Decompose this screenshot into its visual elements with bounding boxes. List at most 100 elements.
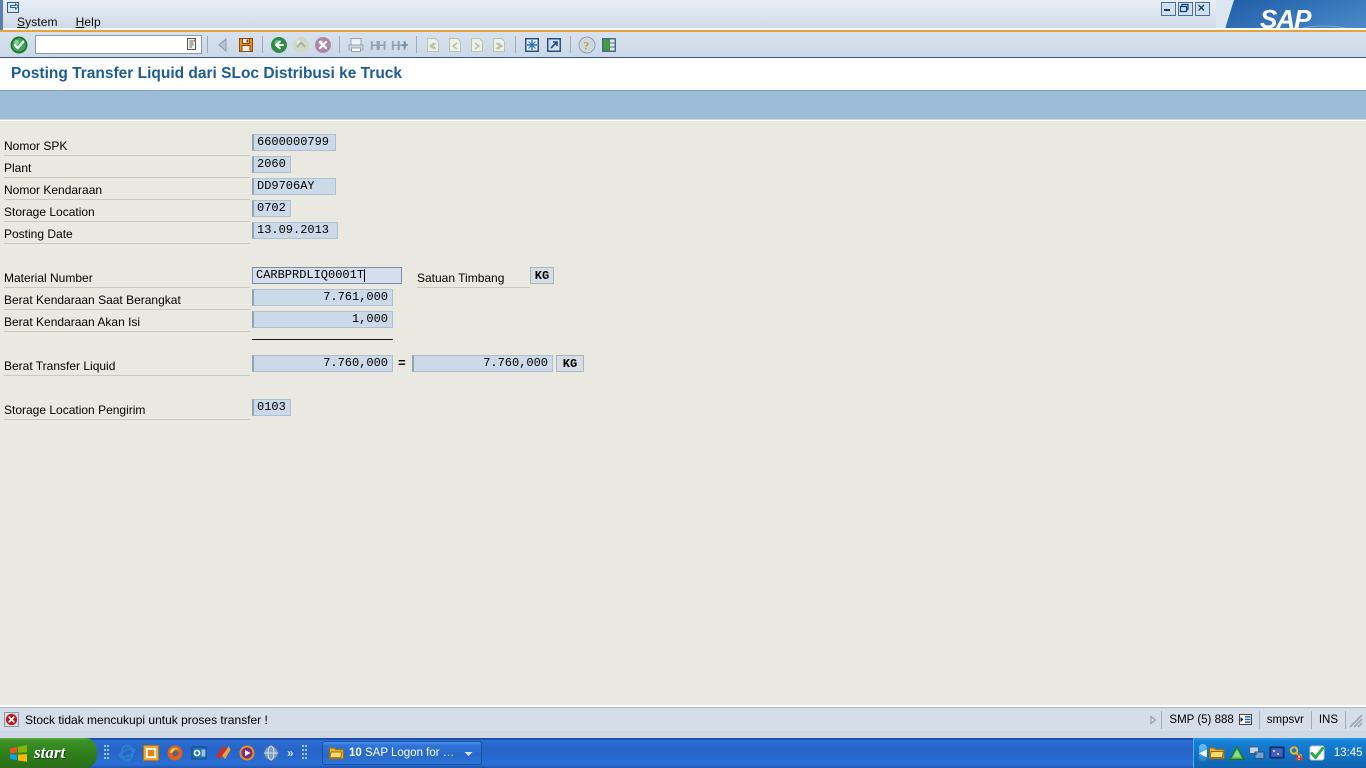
label-sloc-pengirim: Storage Location Pengirim [4, 403, 146, 417]
last-page-icon[interactable] [489, 35, 509, 55]
input-posting-date[interactable]: 13.09.2013 [252, 222, 338, 239]
resize-grip[interactable] [1346, 711, 1364, 729]
help-icon[interactable]: ? [577, 35, 597, 55]
check-icon[interactable] [1309, 745, 1325, 761]
input-nomor-kendaraan[interactable]: DD9706AY [252, 178, 336, 195]
screen-canvas: Nomor SPK 6600000799 Plant 2060 Nomor Ke… [0, 121, 1366, 705]
winamp-icon[interactable] [238, 744, 256, 762]
sap-logon-group-icon [329, 746, 344, 760]
display-icon[interactable] [1269, 745, 1285, 761]
firefox-icon[interactable] [166, 744, 184, 762]
minimize-button[interactable] [1161, 2, 1176, 16]
status-insert-mode[interactable]: INS [1312, 711, 1345, 729]
sap-gui-window: SAP System Help H H H H ? Posting Transf… [0, 0, 1366, 768]
globe-icon[interactable] [262, 744, 280, 762]
status-bar-filler [0, 731, 1366, 738]
print-icon[interactable] [346, 35, 366, 55]
label-storage-location: Storage Location [4, 205, 95, 219]
command-input[interactable] [36, 36, 183, 53]
input-berat-transfer[interactable]: 7.760,000 [252, 355, 393, 372]
internet-explorer-icon[interactable] [118, 744, 136, 762]
input-storage-location[interactable]: 0702 [252, 200, 291, 217]
status-system-text: SMP (5) 888 [1169, 713, 1234, 726]
toolbar-separator-6 [570, 36, 571, 53]
create-session-icon[interactable] [522, 35, 542, 55]
find-next-icon[interactable]: H H [390, 35, 410, 55]
status-expand-icon[interactable] [1147, 714, 1159, 726]
field-row-plant: Plant [4, 157, 394, 179]
stop-pink-icon[interactable] [313, 35, 333, 55]
window-titlebar: SAP [0, 0, 1366, 28]
start-label: start [34, 743, 66, 762]
field-row-berat-akan-isi: Berat Kendaraan Akan Isi [4, 311, 244, 333]
error-icon [4, 712, 19, 727]
label-plant: Plant [4, 161, 32, 175]
value-transfer-uom: KG [556, 355, 584, 372]
quick-launch-overflow[interactable]: » [287, 746, 294, 760]
row-rule-6 [4, 287, 250, 288]
text-caret [364, 269, 366, 282]
status-system[interactable]: SMP (5) 888 [1162, 711, 1258, 729]
menu-item-system[interactable]: System [17, 15, 68, 29]
sum-rule [252, 339, 393, 340]
material-number-text: CARBPRDLIQ0001T [256, 268, 365, 282]
field-row-sloc-pengirim: Storage Location Pengirim [4, 399, 244, 421]
restore-button[interactable] [1178, 2, 1193, 16]
label-posting-date: Posting Date [4, 227, 73, 241]
cancel-yellow-icon[interactable] [291, 35, 311, 55]
close-button[interactable] [1195, 2, 1210, 16]
command-dropdown-icon[interactable] [185, 37, 199, 51]
office-icon[interactable] [142, 744, 160, 762]
input-nomor-spk[interactable]: 6600000799 [252, 134, 336, 151]
toolbar-separator-5 [515, 36, 516, 53]
back-arrow-icon[interactable] [214, 35, 234, 55]
quick-launch-grip[interactable] [104, 743, 109, 763]
previous-page-icon[interactable] [445, 35, 465, 55]
toolbar-separator [207, 36, 208, 53]
taskbar-grip[interactable] [301, 743, 307, 763]
folder-icon[interactable] [1208, 745, 1225, 761]
command-field[interactable] [35, 35, 202, 54]
media-icon[interactable] [214, 744, 232, 762]
svg-text:H: H [377, 38, 386, 53]
input-sloc-pengirim[interactable]: 0103 [252, 399, 291, 416]
save-icon[interactable] [236, 35, 256, 55]
toolbar-separator-3 [339, 36, 340, 53]
row-rule-8 [4, 331, 250, 332]
status-bar: Stock tidak mencukupi untuk proses trans… [0, 707, 1366, 731]
first-page-icon[interactable] [423, 35, 443, 55]
enter-ok-icon[interactable] [9, 35, 29, 55]
input-material-number[interactable]: CARBPRDLIQ0001T [252, 267, 402, 284]
value-satuan-timbang: KG [530, 267, 554, 284]
key-warning-icon[interactable] [1289, 745, 1305, 761]
system-clock[interactable]: 13:45 [1334, 747, 1363, 759]
windows-taskbar: start » 10 SAP Logon for … ◀ 13:45 [0, 738, 1366, 768]
input-berat-akan-isi[interactable]: 1,000 [252, 311, 393, 328]
triangle-icon[interactable] [1228, 745, 1245, 761]
session-info-icon[interactable] [1238, 713, 1252, 726]
chevron-down-icon[interactable] [464, 744, 473, 762]
sap-logo: SAP [1216, 0, 1366, 28]
toolbar-separator-2 [262, 36, 263, 53]
tray-expand-icon[interactable]: ◀ [1199, 744, 1207, 762]
outlook-icon[interactable] [190, 744, 208, 762]
exit-green-icon[interactable] [269, 35, 289, 55]
status-message-text: Stock tidak mencukupi untuk proses trans… [25, 712, 268, 727]
window-controls [1161, 2, 1210, 16]
find-icon[interactable]: H H [368, 35, 388, 55]
input-berat-berangkat[interactable]: 7.761,000 [252, 289, 393, 306]
create-shortcut-icon[interactable] [544, 35, 564, 55]
next-page-icon[interactable] [467, 35, 487, 55]
input-berat-transfer-converted[interactable]: 7.760,000 [412, 355, 553, 372]
row-rule-10 [4, 419, 250, 420]
field-row-material-number: Material Number [4, 267, 244, 289]
taskbar-button-sap-logon[interactable]: 10 SAP Logon for … [322, 741, 482, 765]
network-icon[interactable] [1248, 745, 1265, 761]
label-berat-transfer: Berat Transfer Liquid [4, 359, 116, 373]
page-title: Posting Transfer Liquid dari SLoc Distri… [0, 58, 1366, 90]
menu-item-help[interactable]: Help [76, 15, 111, 29]
layout-menu-icon[interactable] [599, 35, 619, 55]
input-plant[interactable]: 2060 [252, 156, 291, 173]
status-server[interactable]: smpsvr [1260, 711, 1311, 729]
start-button[interactable]: start [0, 738, 97, 768]
